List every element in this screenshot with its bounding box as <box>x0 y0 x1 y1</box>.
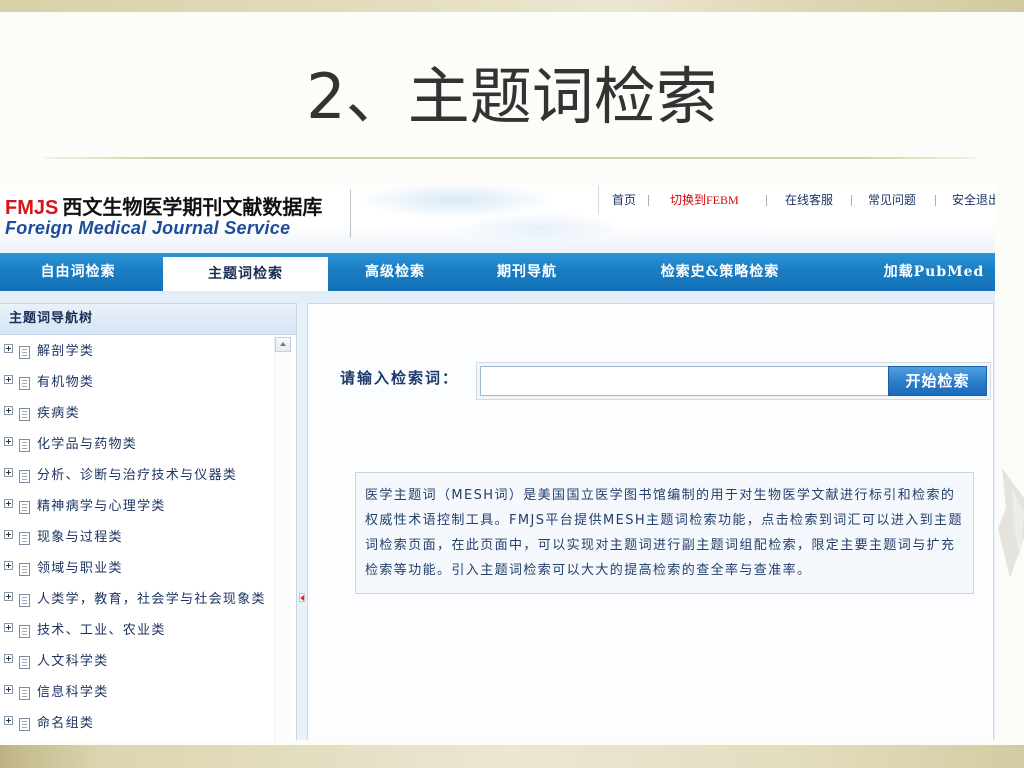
tree-item-label[interactable]: 人类学，教育，社会学与社会现象类 <box>37 584 266 615</box>
header-divider <box>350 190 351 238</box>
tab-journal-navigation[interactable]: 期刊导航 <box>462 253 592 291</box>
slide-top-band <box>0 0 1024 12</box>
tree-item[interactable]: 领域与职业类 <box>0 553 272 584</box>
description-line: 检索等功能。引入主题词检索可以大大的提高检索的查全率与查准率。 <box>365 563 812 578</box>
link-divider <box>766 195 767 206</box>
search-input[interactable] <box>480 366 889 396</box>
tab-search-history[interactable]: 检索史&策略检索 <box>600 253 840 291</box>
link-divider <box>935 195 936 206</box>
tree-item[interactable]: 现象与过程类 <box>0 522 272 553</box>
expand-plus-icon[interactable] <box>4 592 13 601</box>
faq-link[interactable]: 常见问题 <box>868 192 916 208</box>
document-icon <box>19 377 30 390</box>
tree-item-label[interactable]: 信息科学类 <box>37 677 109 708</box>
search-label: 请输入检索词： <box>340 369 460 387</box>
tree-item-label[interactable]: 化学品与药物类 <box>37 429 137 460</box>
document-icon <box>19 439 30 452</box>
tree-item[interactable]: 人文科学类 <box>0 646 272 677</box>
subject-tree: 解剖学类 有机物类 疾病类 化学品与药物类 分析、诊断与治疗技术与仪器类 精神病学与心理学… <box>0 336 272 739</box>
expand-plus-icon[interactable] <box>4 344 13 353</box>
tree-item-label[interactable]: 领域与职业类 <box>37 553 123 584</box>
tree-item[interactable]: 技术、工业、农业类 <box>0 615 272 646</box>
tree-item[interactable]: 疾病类 <box>0 398 272 429</box>
tree-item[interactable]: 分析、诊断与治疗技术与仪器类 <box>0 460 272 491</box>
links-divider <box>598 185 599 215</box>
collapse-left-arrow-icon[interactable] <box>299 593 305 602</box>
document-icon <box>19 563 30 576</box>
title-divider <box>45 157 975 159</box>
logo-name-cn: 西文生物医学期刊文献数据库 <box>62 195 323 219</box>
tab-load-pubmed[interactable]: 加载PubMed <box>873 253 995 291</box>
document-icon <box>19 470 30 483</box>
tab-free-text-search[interactable]: 自由词检索 <box>0 253 156 291</box>
app-header: FMJS 西文生物医学期刊文献数据库 Foreign Medical Journa… <box>0 185 995 253</box>
online-support-link[interactable]: 在线客服 <box>785 192 833 208</box>
description-line: 医学主题词（MESH词）是美国国立医学图书馆编制的用于对生物医学文献进行标引和检… <box>365 488 956 503</box>
tree-item-label[interactable]: 现象与过程类 <box>37 522 123 553</box>
tree-item-label[interactable]: 疾病类 <box>37 398 80 429</box>
document-icon <box>19 408 30 421</box>
expand-plus-icon[interactable] <box>4 468 13 477</box>
tree-item-label[interactable]: 技术、工业、农业类 <box>37 615 166 646</box>
document-icon <box>19 346 30 359</box>
tree-item[interactable]: 信息科学类 <box>0 677 272 708</box>
document-icon <box>19 594 30 607</box>
header-swoosh-decoration <box>352 185 612 253</box>
tree-item[interactable]: 有机物类 <box>0 367 272 398</box>
document-icon <box>19 625 30 638</box>
subject-tree-panel: 主题词导航树 解剖学类 有机物类 疾病类 化学品与药物类 分析、诊断与治疗技术与仪器类精… <box>0 303 297 740</box>
document-icon <box>19 501 30 514</box>
expand-plus-icon[interactable] <box>4 561 13 570</box>
expand-plus-icon[interactable] <box>4 623 13 632</box>
link-divider <box>851 195 852 206</box>
mesh-description: 医学主题词（MESH词）是美国国立医学图书馆编制的用于对生物医学文献进行标引和检… <box>355 472 974 594</box>
tree-item-label[interactable]: 命名组类 <box>37 708 94 739</box>
expand-plus-icon[interactable] <box>4 375 13 384</box>
scroll-up-arrow-icon[interactable] <box>275 337 291 352</box>
expand-plus-icon[interactable] <box>4 654 13 663</box>
logo-abbr: FMJS <box>5 197 59 219</box>
tree-header: 主题词导航树 <box>0 304 296 335</box>
tab-advanced-search[interactable]: 高级检索 <box>328 253 462 291</box>
document-icon <box>19 718 30 731</box>
document-icon <box>19 656 30 669</box>
expand-plus-icon[interactable] <box>4 716 13 725</box>
tree-item-label[interactable]: 精神病学与心理学类 <box>37 491 166 522</box>
description-line: 词检索页面，在此页面中，可以实现对主题词进行副主题词组配检索，限定主要主题词与扩… <box>365 538 956 553</box>
expand-plus-icon[interactable] <box>4 406 13 415</box>
logo-name-en: Foreign Medical Journal Service <box>5 218 291 238</box>
document-icon <box>19 687 30 700</box>
tree-item[interactable]: 化学品与药物类 <box>0 429 272 460</box>
tree-item-label[interactable]: 解剖学类 <box>37 336 94 367</box>
main-nav: 自由词检索 主题词检索 高级检索 期刊导航 检索史&策略检索 加载PubMed <box>0 253 995 291</box>
search-panel: 请输入检索词： 开始检索 医学主题词（MESH词）是美国国立医学图书馆编制的用于… <box>307 303 994 740</box>
tree-item-label[interactable]: 分析、诊断与治疗技术与仪器类 <box>37 460 237 491</box>
expand-plus-icon[interactable] <box>4 685 13 694</box>
tree-scrollbar[interactable] <box>274 335 291 740</box>
tab-subject-search[interactable]: 主题词检索 <box>163 257 328 291</box>
switch-febm-link[interactable]: 切换到FEBM <box>670 192 739 208</box>
tree-item[interactable]: 精神病学与心理学类 <box>0 491 272 522</box>
search-bar: 开始检索 <box>476 362 991 400</box>
tree-item-label[interactable]: 人文科学类 <box>37 646 109 677</box>
tree-item-label[interactable]: 有机物类 <box>37 367 94 398</box>
app-screenshot: FMJS 西文生物医学期刊文献数据库 Foreign Medical Journa… <box>0 185 995 740</box>
document-icon <box>19 532 30 545</box>
tree-item[interactable]: 命名组类 <box>0 708 272 739</box>
tree-item[interactable]: 解剖学类 <box>0 336 272 367</box>
expand-plus-icon[interactable] <box>4 530 13 539</box>
watermark-decoration <box>998 468 1024 578</box>
slide-bottom-band <box>0 745 1024 768</box>
start-search-button[interactable]: 开始检索 <box>888 366 987 396</box>
expand-plus-icon[interactable] <box>4 437 13 446</box>
slide-title: 2、主题词检索 <box>306 60 718 133</box>
description-line: 权威性术语控制工具。FMJS平台提供MESH主题词检索功能，点击检索到词汇可以进… <box>365 513 963 528</box>
logout-link[interactable]: 安全退出 <box>952 192 995 208</box>
home-link[interactable]: 首页 <box>612 192 636 208</box>
panel-splitter[interactable] <box>297 303 307 740</box>
expand-plus-icon[interactable] <box>4 499 13 508</box>
link-divider <box>648 195 649 206</box>
tree-item[interactable]: 人类学，教育，社会学与社会现象类 <box>0 584 272 615</box>
nav-subband <box>0 291 995 303</box>
